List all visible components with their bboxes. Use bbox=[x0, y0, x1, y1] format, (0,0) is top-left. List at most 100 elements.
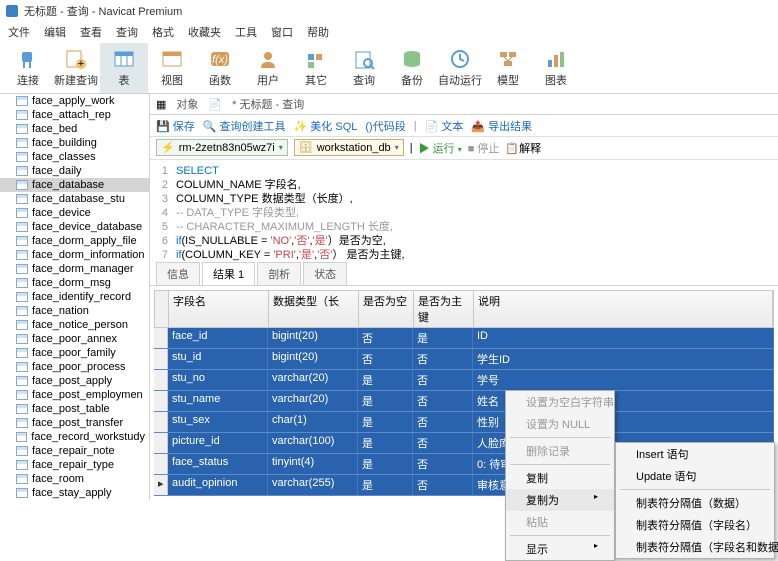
menu-格式[interactable]: 格式 bbox=[152, 24, 174, 40]
tool-auto[interactable]: 自动运行 bbox=[436, 43, 484, 93]
table-row[interactable]: stu_idbigint(20)否否学生ID bbox=[154, 349, 774, 370]
table-icon bbox=[16, 390, 28, 400]
export-button[interactable]: 📤 导出结果 bbox=[471, 118, 532, 134]
ctx-insert[interactable]: Insert 语句 bbox=[616, 443, 774, 465]
context-menu-1[interactable]: 设置为空白字符串 设置为 NULL 删除记录 复制 复制为▸ 粘贴 显示▸ bbox=[505, 390, 615, 561]
tool-other[interactable]: 其它 bbox=[292, 43, 340, 93]
tree-item[interactable]: face_bed bbox=[0, 122, 149, 136]
result-tab[interactable]: 状态 bbox=[303, 262, 347, 285]
tool-newquery[interactable]: +新建查询 bbox=[52, 43, 100, 93]
col-header[interactable]: 是否为主键 bbox=[414, 291, 474, 327]
tree-item[interactable]: face_repair_type bbox=[0, 458, 149, 472]
table-icon bbox=[16, 236, 28, 246]
tab-objects[interactable]: 对象 bbox=[170, 94, 204, 114]
explain-button[interactable]: 📋解释 bbox=[505, 140, 541, 156]
tree-item[interactable]: face_poor_annex bbox=[0, 332, 149, 346]
table-row[interactable]: face_idbigint(20)否是ID bbox=[154, 328, 774, 349]
result-tab[interactable]: 剖析 bbox=[257, 262, 301, 285]
tree-item[interactable]: face_post_table bbox=[0, 402, 149, 416]
tree-item[interactable]: face_dorm_information bbox=[0, 248, 149, 262]
tree-item[interactable]: face_dorm_msg bbox=[0, 276, 149, 290]
ctx-null: 设置为 NULL bbox=[506, 413, 614, 435]
tree-item[interactable]: face_record_workstudy bbox=[0, 430, 149, 444]
col-header[interactable]: 是否为空 bbox=[359, 291, 414, 327]
menu-查看[interactable]: 查看 bbox=[80, 24, 102, 40]
chart-icon bbox=[544, 48, 568, 70]
menu-窗口[interactable]: 窗口 bbox=[271, 24, 293, 40]
beautify-button[interactable]: ✨ 美化 SQL bbox=[294, 118, 358, 134]
result-tab[interactable]: 结果 1 bbox=[202, 262, 255, 285]
tree-item[interactable]: face_notice_person bbox=[0, 318, 149, 332]
menu-查询[interactable]: 查询 bbox=[116, 24, 138, 40]
menu-工具[interactable]: 工具 bbox=[235, 24, 257, 40]
svg-text:+: + bbox=[78, 58, 84, 70]
tree-item[interactable]: face_daily bbox=[0, 164, 149, 178]
col-header[interactable]: 数据类型（长 bbox=[269, 291, 359, 327]
tree-item[interactable]: face_attach_rep bbox=[0, 108, 149, 122]
tab-query[interactable]: * 无标题 - 查询 bbox=[226, 94, 310, 114]
ctx-tab-both[interactable]: 制表符分隔值（字段名和数据） bbox=[616, 536, 774, 558]
tree-item[interactable]: face_poor_family bbox=[0, 346, 149, 360]
tree-item[interactable]: face_device bbox=[0, 206, 149, 220]
tree-item[interactable]: face_repair_note bbox=[0, 444, 149, 458]
fx-icon: f(x) bbox=[208, 48, 232, 70]
tool-view[interactable]: 视图 bbox=[148, 43, 196, 93]
tool-user[interactable]: 用户 bbox=[244, 43, 292, 93]
context-menu-2[interactable]: Insert 语句 Update 语句 制表符分隔值（数据） 制表符分隔值（字段… bbox=[615, 442, 775, 559]
ctx-tab-fields[interactable]: 制表符分隔值（字段名） bbox=[616, 514, 774, 536]
ctx-copy[interactable]: 复制 bbox=[506, 467, 614, 489]
run-button[interactable]: ▶ 运行 ▾ bbox=[419, 140, 462, 156]
tree-item[interactable]: face_stay_apply bbox=[0, 486, 149, 500]
actionbar: 💾 保存 🔍 查询创建工具 ✨ 美化 SQL ()代码段 | 📄 文本 📤 导出… bbox=[150, 115, 778, 137]
tree-item[interactable]: face_post_apply bbox=[0, 374, 149, 388]
tool-plug[interactable]: 连接 bbox=[4, 43, 52, 93]
tree-item[interactable]: face_room bbox=[0, 472, 149, 486]
tree-item[interactable]: face_classes bbox=[0, 150, 149, 164]
tool-chart[interactable]: 图表 bbox=[532, 43, 580, 93]
plug-icon bbox=[16, 48, 40, 70]
sql-editor[interactable]: 1SELECT2 COLUMN_NAME 字段名,3 COLUMN_TYPE 数… bbox=[150, 160, 778, 264]
tree-item[interactable]: face_poor_process bbox=[0, 360, 149, 374]
tree-item[interactable]: face_post_employmen bbox=[0, 388, 149, 402]
tool-table[interactable]: 表 bbox=[100, 43, 148, 93]
tree-item[interactable]: face_post_transfer bbox=[0, 416, 149, 430]
save-button[interactable]: 💾 保存 bbox=[156, 118, 195, 134]
auto-icon bbox=[448, 48, 472, 70]
ctx-copyas[interactable]: 复制为▸ bbox=[506, 489, 614, 511]
col-header[interactable]: 说明 bbox=[474, 291, 773, 327]
ctx-show[interactable]: 显示▸ bbox=[506, 538, 614, 560]
col-header[interactable]: 字段名 bbox=[169, 291, 269, 327]
table-icon bbox=[16, 166, 28, 176]
table-row[interactable]: stu_namevarchar(20)是否姓名 bbox=[154, 391, 774, 412]
menu-编辑[interactable]: 编辑 bbox=[44, 24, 66, 40]
tree-item[interactable]: face_building bbox=[0, 136, 149, 150]
tool-backup[interactable]: 备份 bbox=[388, 43, 436, 93]
menu-收藏夹[interactable]: 收藏夹 bbox=[188, 24, 221, 40]
tree-item[interactable]: face_nation bbox=[0, 304, 149, 318]
tree-item[interactable]: face_dorm_apply_file bbox=[0, 234, 149, 248]
tree-item[interactable]: face_apply_work bbox=[0, 94, 149, 108]
tool-model[interactable]: 模型 bbox=[484, 43, 532, 93]
server-combo[interactable]: ⚡rm-2zetn83n05wz7i▾ bbox=[156, 139, 288, 156]
tree-item[interactable]: face_identify_record bbox=[0, 290, 149, 304]
table-icon bbox=[16, 96, 28, 106]
builder-button[interactable]: 🔍 查询创建工具 bbox=[203, 118, 286, 134]
snippet-button[interactable]: ()代码段 bbox=[365, 118, 405, 134]
table-row[interactable]: stu_novarchar(20)是否学号 bbox=[154, 370, 774, 391]
text-button[interactable]: 📄 文本 bbox=[425, 118, 464, 134]
tree-item[interactable]: face_database_stu bbox=[0, 192, 149, 206]
tool-fx[interactable]: f(x)函数 bbox=[196, 43, 244, 93]
ctx-tab-data[interactable]: 制表符分隔值（数据） bbox=[616, 492, 774, 514]
menu-文件[interactable]: 文件 bbox=[8, 24, 30, 40]
tree-item[interactable]: face_device_database bbox=[0, 220, 149, 234]
db-combo[interactable]: 🗄workstation_db▾ bbox=[294, 139, 404, 156]
tool-query[interactable]: 查询 bbox=[340, 43, 388, 93]
table-icon bbox=[16, 110, 28, 120]
tree-item[interactable]: face_dorm_manager bbox=[0, 262, 149, 276]
result-tabs: 信息结果 1剖析状态 bbox=[150, 264, 778, 286]
ctx-update[interactable]: Update 语句 bbox=[616, 465, 774, 487]
result-tab[interactable]: 信息 bbox=[156, 262, 200, 285]
tree-item[interactable]: face_database bbox=[0, 178, 149, 192]
menu-帮助[interactable]: 帮助 bbox=[307, 24, 329, 40]
table-row[interactable]: stu_sexchar(1)是否性别 bbox=[154, 412, 774, 433]
